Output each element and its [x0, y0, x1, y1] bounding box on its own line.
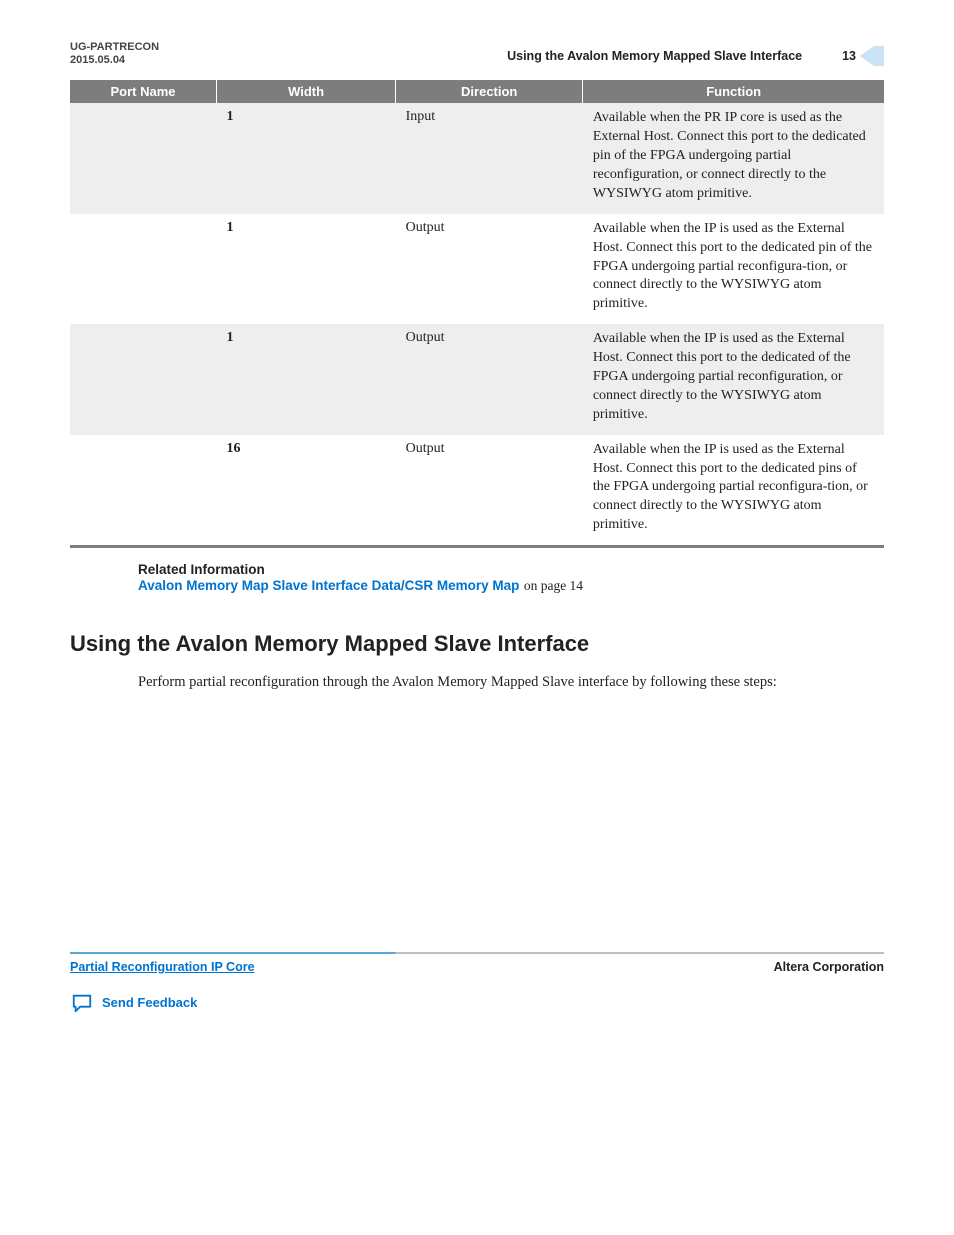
cell-port	[70, 214, 217, 324]
send-feedback-label: Send Feedback	[102, 995, 197, 1010]
table-row: 1 Input Available when the PR IP core is…	[70, 103, 884, 213]
related-line: Avalon Memory Map Slave Interface Data/C…	[138, 577, 884, 595]
cell-port	[70, 324, 217, 434]
col-direction: Direction	[396, 80, 583, 103]
table-row: 1 Output Available when the IP is used a…	[70, 324, 884, 434]
col-function: Function	[583, 80, 884, 103]
cell-width: 16	[217, 435, 396, 547]
cell-width: 1	[217, 103, 396, 213]
cell-port	[70, 103, 217, 213]
col-width: Width	[217, 80, 396, 103]
table-row: 1 Output Available when the IP is used a…	[70, 214, 884, 324]
related-link-suffix: on page 14	[524, 578, 583, 593]
section-heading: Using the Avalon Memory Mapped Slave Int…	[70, 631, 884, 657]
page-number-chevron-tail	[874, 46, 884, 66]
cell-width: 1	[217, 324, 396, 434]
col-port-name: Port Name	[70, 80, 217, 103]
cell-direction: Input	[396, 103, 583, 213]
related-heading: Related Information	[138, 562, 884, 577]
section-body: Perform partial reconfiguration through …	[138, 672, 884, 692]
page-number-chevron-icon	[860, 46, 874, 66]
page-number-tag: 13	[832, 46, 884, 66]
doc-id: UG-PARTRECON	[70, 40, 159, 54]
cell-function: Available when the PR IP core is used as…	[583, 103, 884, 213]
cell-direction: Output	[396, 214, 583, 324]
footer-doc-link[interactable]: Partial Reconfiguration IP Core	[70, 960, 255, 974]
ports-table: Port Name Width Direction Function 1 Inp…	[70, 80, 884, 548]
speech-bubble-icon	[70, 992, 94, 1014]
cell-port	[70, 435, 217, 547]
footer-separator	[70, 952, 884, 954]
cell-function: Available when the IP is used as the Ext…	[583, 435, 884, 547]
related-link[interactable]: Avalon Memory Map Slave Interface Data/C…	[138, 578, 519, 593]
running-head: Using the Avalon Memory Mapped Slave Int…	[507, 49, 802, 63]
table-header-row: Port Name Width Direction Function	[70, 80, 884, 103]
doc-date: 2015.05.04	[70, 54, 159, 66]
cell-function: Available when the IP is used as the Ext…	[583, 324, 884, 434]
cell-function: Available when the IP is used as the Ext…	[583, 214, 884, 324]
related-information: Related Information Avalon Memory Map Sl…	[138, 562, 884, 595]
footer-row: Partial Reconfiguration IP Core Altera C…	[70, 960, 884, 974]
send-feedback[interactable]: Send Feedback	[70, 992, 884, 1014]
cell-width: 1	[217, 214, 396, 324]
cell-direction: Output	[396, 324, 583, 434]
header-right: Using the Avalon Memory Mapped Slave Int…	[507, 46, 884, 66]
table-row: 16 Output Available when the IP is used …	[70, 435, 884, 547]
doc-meta: UG-PARTRECON 2015.05.04	[70, 40, 159, 66]
footer-company: Altera Corporation	[774, 960, 884, 974]
cell-direction: Output	[396, 435, 583, 547]
page-header: UG-PARTRECON 2015.05.04 Using the Avalon…	[70, 40, 884, 66]
